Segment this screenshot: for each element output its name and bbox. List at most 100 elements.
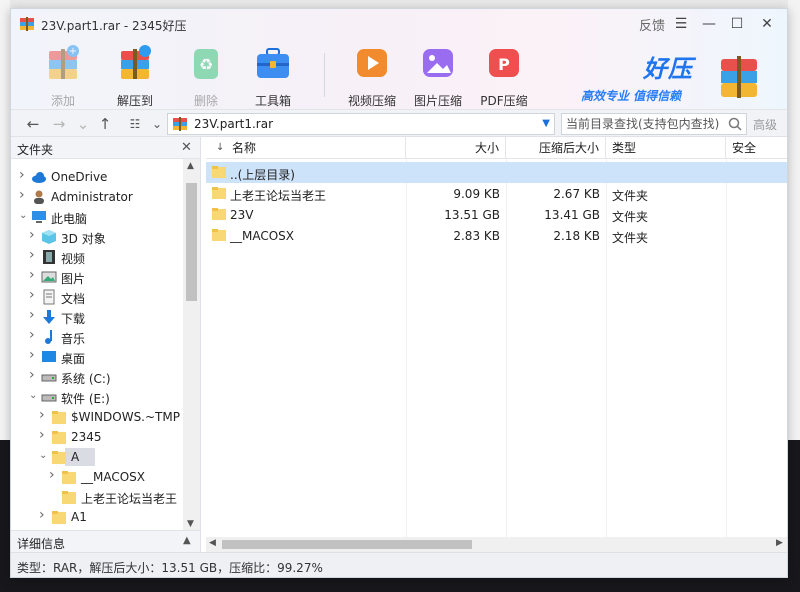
tree-item-a[interactable]: ⌄ A (11, 447, 183, 467)
folder-icon (51, 509, 67, 525)
chevron-right-icon[interactable]: › (29, 347, 39, 363)
tree-item-administrator[interactable]: › Administrator (11, 187, 183, 207)
chevron-down-icon[interactable]: ⌄ (39, 450, 49, 461)
tree-item-label: 系统 (C:) (61, 372, 111, 386)
scroll-right-icon[interactable]: ▶ (776, 538, 783, 548)
file-row[interactable]: 23V 13.51 GB 13.41 GB 文件夹 (206, 204, 787, 225)
advanced-search-button[interactable]: 高级 (753, 116, 777, 133)
tree-item-documents[interactable]: › 文档 (11, 287, 183, 307)
chevron-right-icon[interactable]: › (29, 307, 39, 323)
chevron-right-icon[interactable]: › (29, 287, 39, 303)
tree-item-onedrive[interactable]: › OneDrive (11, 167, 183, 187)
tree-item-desktop[interactable]: › 桌面 (11, 347, 183, 367)
close-pane-icon[interactable]: ✕ (181, 140, 192, 155)
chevron-right-icon[interactable]: › (39, 407, 49, 423)
chevron-right-icon[interactable]: › (19, 187, 29, 203)
column-size[interactable]: 大小 (406, 137, 506, 159)
pdf-compress-button[interactable]: P PDF压缩 (469, 43, 539, 108)
minimize-icon[interactable]: — (697, 14, 721, 34)
delete-button[interactable]: ♻ 删除 (171, 43, 241, 108)
file-type: 文件夹 (612, 210, 649, 224)
menu-icon[interactable]: ☰ (669, 14, 693, 34)
chevron-right-icon[interactable]: › (19, 167, 29, 183)
tree-item-drive-c[interactable]: › 系统 (C:) (11, 367, 183, 387)
tree-item-label: 图片 (61, 272, 86, 286)
scroll-down-icon[interactable]: ▼ (187, 519, 194, 529)
search-icon[interactable] (728, 117, 742, 131)
horizontal-scrollbar[interactable]: ◀ ▶ (206, 537, 787, 552)
search-field[interactable] (561, 113, 747, 135)
scroll-left-icon[interactable]: ◀ (209, 538, 216, 548)
folder-icon (212, 208, 226, 220)
folder-tree-scrollbar[interactable]: ▲ ▼ (183, 159, 200, 530)
scroll-up-icon[interactable]: ▲ (187, 161, 194, 171)
view-mode-icon[interactable]: ☷ (125, 114, 145, 134)
video-compress-button[interactable]: 视频压缩 (337, 43, 407, 108)
parent-folder-row[interactable]: ..(上层目录) (206, 162, 787, 183)
svg-text:P: P (498, 55, 510, 74)
toolbox-label: 工具箱 (254, 94, 291, 108)
tree-item-label: 视频 (61, 252, 86, 266)
up-level-icon[interactable]: ↑ (95, 114, 115, 134)
column-security[interactable]: 安全 (726, 137, 787, 159)
column-type-label: 类型 (612, 141, 637, 155)
selection-highlight (65, 448, 95, 466)
search-input[interactable] (562, 114, 722, 134)
chevron-right-icon[interactable]: › (39, 507, 49, 523)
brand-name: 好压 (643, 55, 693, 83)
chevron-up-icon[interactable]: ▲ (183, 535, 191, 546)
file-row[interactable]: 上老王论坛当老王 9.09 KB 2.67 KB 文件夹 (206, 183, 787, 204)
close-icon[interactable]: ✕ (755, 14, 779, 34)
image-compress-button[interactable]: 图片压缩 (403, 43, 473, 108)
chevron-down-icon[interactable]: ⌄ (19, 210, 29, 221)
history-dropdown-icon[interactable]: ⌄ (73, 114, 93, 134)
tree-item-macosx[interactable]: › __MACOSX (11, 467, 183, 487)
chevron-right-icon[interactable]: › (29, 247, 39, 263)
tree-item-a1[interactable]: › A1 (11, 507, 183, 527)
tree-item-pictures[interactable]: › 图片 (11, 267, 183, 287)
chevron-right-icon[interactable]: › (39, 427, 49, 443)
details-bar[interactable]: 详细信息 ▲ (11, 530, 201, 552)
file-size: 2.83 KB (453, 229, 500, 243)
view-dropdown-icon[interactable]: ⌄ (147, 114, 167, 134)
forward-icon[interactable]: → (49, 114, 69, 134)
tree-item-downloads[interactable]: › 下载 (11, 307, 183, 327)
horizontal-scroll-thumb[interactable] (222, 540, 472, 549)
chevron-down-icon[interactable]: ⌄ (29, 390, 39, 401)
column-name[interactable]: ↓ 名称 (206, 137, 406, 159)
tree-item-2345[interactable]: › 2345 (11, 427, 183, 447)
tree-item-3d-objects[interactable]: › 3D 对象 (11, 227, 183, 247)
chevron-right-icon[interactable]: › (29, 227, 39, 243)
add-button[interactable]: + 添加 (28, 43, 98, 108)
tree-item-videos[interactable]: › 视频 (11, 247, 183, 267)
recycle-icon: ♻ (194, 49, 218, 79)
column-packed[interactable]: 压缩后大小 (506, 137, 606, 159)
tree-item-label: OneDrive (51, 170, 108, 184)
chevron-right-icon[interactable]: › (29, 327, 39, 343)
feedback-link[interactable]: 反馈 (639, 15, 665, 34)
column-packed-label: 压缩后大小 (538, 141, 599, 155)
tree-item-music[interactable]: › 音乐 (11, 327, 183, 347)
chevron-right-icon[interactable]: › (29, 267, 39, 283)
chevron-right-icon[interactable]: › (49, 467, 59, 483)
video-icon (41, 249, 57, 265)
user-icon (31, 189, 47, 205)
tree-item-windows-tmp[interactable]: › $WINDOWS.~TMP (11, 407, 183, 427)
column-type[interactable]: 类型 (606, 137, 726, 159)
drive-icon (41, 369, 57, 385)
extract-to-button[interactable]: 解压到 (100, 43, 170, 108)
tree-item-this-pc[interactable]: ⌄ 此电脑 (11, 207, 183, 227)
tree-item-label: A (71, 450, 80, 464)
toolbox-button[interactable]: 工具箱 (238, 43, 308, 108)
tree-item-laowang[interactable]: 上老王论坛当老王 (11, 487, 183, 507)
path-field[interactable]: 23V.part1.rar ▼ (167, 113, 555, 135)
tree-item-drive-e[interactable]: ⌄ 软件 (E:) (11, 387, 183, 407)
back-icon[interactable]: ← (23, 114, 43, 134)
path-dropdown-icon[interactable]: ▼ (542, 118, 550, 129)
file-row[interactable]: __MACOSX 2.83 KB 2.18 KB 文件夹 (206, 225, 787, 246)
chevron-right-icon[interactable]: › (29, 367, 39, 383)
scroll-thumb[interactable] (186, 183, 197, 301)
maximize-icon[interactable]: ☐ (725, 14, 749, 34)
column-name-label: 名称 (232, 141, 257, 155)
music-icon (41, 329, 57, 345)
